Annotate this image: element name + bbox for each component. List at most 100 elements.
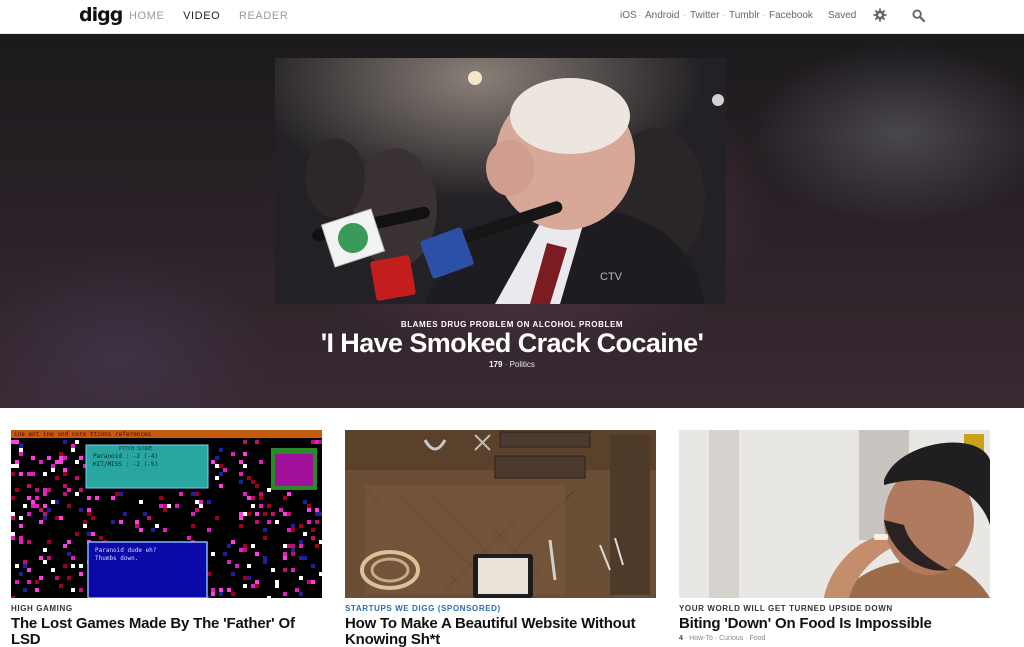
game-pixel bbox=[239, 472, 243, 476]
game-pixel bbox=[79, 572, 83, 576]
game-pixel bbox=[263, 512, 267, 516]
game-pixel bbox=[299, 556, 303, 560]
game-pixel bbox=[55, 576, 59, 580]
game-pixel bbox=[315, 544, 319, 548]
game-pixel bbox=[27, 512, 31, 516]
game-pixel bbox=[239, 548, 243, 552]
game-pixel bbox=[31, 500, 35, 504]
game-pixel bbox=[95, 496, 99, 500]
game-pixel bbox=[291, 568, 295, 572]
hero-title[interactable]: 'I Have Smoked Crack Cocaine' bbox=[0, 328, 1024, 359]
game-pixel bbox=[63, 468, 67, 472]
game-pixel bbox=[19, 448, 23, 452]
game-pixel bbox=[43, 548, 47, 552]
game-pixel bbox=[307, 504, 311, 508]
game-pixel bbox=[223, 552, 227, 556]
game-pixel bbox=[231, 540, 235, 544]
tag-link[interactable]: Food bbox=[749, 635, 765, 642]
story-thumbnail[interactable] bbox=[345, 430, 656, 598]
game-pixel bbox=[55, 516, 59, 520]
game-pixel bbox=[291, 544, 295, 548]
link-twitter[interactable]: Twitter bbox=[690, 10, 719, 21]
game-pixel bbox=[235, 564, 239, 568]
game-pixel bbox=[259, 492, 263, 496]
game-pixel bbox=[243, 584, 247, 588]
story-kicker[interactable]: STARTUPS WE DIGG (SPONSORED) bbox=[345, 604, 501, 613]
game-pixel bbox=[27, 540, 31, 544]
game-pixel bbox=[271, 512, 275, 516]
game-pixel bbox=[47, 456, 51, 460]
game-pixel bbox=[87, 512, 91, 516]
game-pixel bbox=[43, 516, 47, 520]
game-pixel bbox=[15, 464, 19, 468]
gear-icon[interactable] bbox=[873, 8, 887, 22]
game-pixel bbox=[291, 524, 295, 528]
digg-count[interactable]: 179 bbox=[489, 360, 502, 369]
game-pixel bbox=[191, 524, 195, 528]
game-pixel bbox=[35, 488, 39, 492]
game-pixel bbox=[267, 488, 271, 492]
game-pixel bbox=[227, 560, 231, 564]
link-tumblr[interactable]: Tumblr bbox=[729, 10, 760, 21]
game-pixel bbox=[291, 552, 295, 556]
link-android[interactable]: Android bbox=[645, 10, 679, 21]
link-ios[interactable]: iOS bbox=[620, 10, 637, 21]
story-kicker[interactable]: YOUR WORLD WILL GET TURNED UPSIDE DOWN bbox=[679, 604, 893, 613]
game-pixel bbox=[303, 556, 307, 560]
game-pixel bbox=[259, 496, 263, 500]
digg-count[interactable]: 4 bbox=[679, 635, 683, 642]
game-pixel bbox=[199, 504, 203, 508]
saved-link[interactable]: Saved bbox=[828, 10, 856, 21]
game-pixel bbox=[135, 520, 139, 524]
game-pixel bbox=[315, 440, 319, 444]
game-pixel bbox=[11, 496, 15, 500]
hero-meta: 179 · Politics bbox=[489, 360, 535, 369]
game-pixel bbox=[219, 464, 223, 468]
game-pixel bbox=[11, 512, 15, 516]
game-pixel bbox=[219, 588, 223, 592]
game-pixel bbox=[71, 444, 75, 448]
game-pixel bbox=[63, 484, 67, 488]
game-pixel bbox=[207, 500, 211, 504]
game-pixel bbox=[67, 576, 71, 580]
game-pixel bbox=[159, 496, 163, 500]
story-title[interactable]: Biting 'Down' On Food Is Impossible bbox=[679, 616, 990, 632]
game-pixel bbox=[215, 516, 219, 520]
story-kicker[interactable]: HIGH GAMING bbox=[11, 604, 73, 613]
link-facebook[interactable]: Facebook bbox=[769, 10, 813, 21]
game-pixel bbox=[315, 520, 319, 524]
story-title[interactable]: The Lost Games Made By The 'Father' Of L… bbox=[11, 616, 322, 647]
game-pixel bbox=[211, 460, 215, 464]
game-pixel bbox=[27, 568, 31, 572]
search-icon[interactable] bbox=[912, 9, 925, 22]
story-title[interactable]: How To Make A Beautiful Website Without … bbox=[345, 616, 656, 647]
game-pixel bbox=[275, 584, 279, 588]
game-pixel bbox=[47, 556, 51, 560]
ctv-watermark: CTV bbox=[600, 271, 623, 283]
game-pixel bbox=[211, 592, 215, 596]
game-pixel bbox=[283, 496, 287, 500]
category-link[interactable]: Politics bbox=[510, 360, 535, 369]
svg-text:PITCH SCORE: PITCH SCORE bbox=[119, 446, 152, 452]
game-pixel bbox=[63, 564, 67, 568]
game-pixel bbox=[255, 484, 259, 488]
svg-text:Paranoid dude eh?: Paranoid dude eh? bbox=[95, 547, 157, 554]
game-pixel bbox=[51, 464, 55, 468]
game-pixel bbox=[251, 480, 255, 484]
game-pixel bbox=[275, 580, 279, 584]
game-pixel bbox=[39, 460, 43, 464]
featured-video-player[interactable]: CTV bbox=[275, 58, 726, 304]
game-pixel bbox=[283, 556, 287, 560]
game-pixel bbox=[23, 504, 27, 508]
game-pixel bbox=[75, 440, 79, 444]
game-pixel bbox=[27, 472, 31, 476]
game-pixel bbox=[11, 440, 15, 444]
game-pixel bbox=[191, 492, 195, 496]
tag-link[interactable]: Curious bbox=[719, 635, 743, 642]
story-thumbnail[interactable] bbox=[679, 430, 990, 598]
tag-link[interactable]: How-To bbox=[689, 635, 713, 642]
game-pixel bbox=[299, 544, 303, 548]
story-thumbnail[interactable]: ine ent ine und core ttions references P… bbox=[11, 430, 322, 598]
game-pixel bbox=[287, 492, 291, 496]
game-pixel bbox=[15, 440, 19, 444]
